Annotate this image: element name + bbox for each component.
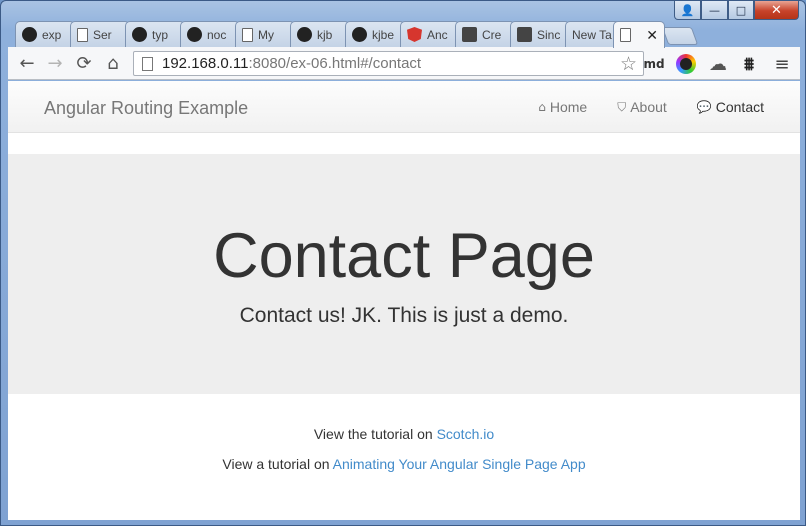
tab-sinc[interactable]: Sinc	[510, 21, 570, 47]
document-icon	[77, 27, 88, 42]
nav-link-label: Home	[549, 99, 588, 115]
brand-link[interactable]: Angular Routing Example	[44, 98, 248, 119]
browser-toolbar: ← → ⟳ ⌂ 192.168.0.11:8080/ex-06.html#/co…	[8, 47, 800, 80]
tab-label: Ser	[93, 27, 112, 42]
nav-link-home[interactable]: ⌂ Home	[538, 99, 587, 115]
page-icon	[142, 56, 153, 71]
maximize-button[interactable]: □	[728, 1, 754, 20]
document-icon	[242, 27, 253, 42]
tab-cre[interactable]: Cre	[455, 21, 515, 47]
tab-typ[interactable]: typ	[125, 21, 185, 47]
page-viewport: Angular Routing Example ⌂ Home ⛉ About 💬…	[8, 81, 800, 520]
tab-active-contact[interactable]: ✕	[613, 21, 665, 48]
tab-noc[interactable]: noc	[180, 21, 240, 47]
new-tab-button[interactable]	[661, 27, 699, 45]
nav-links: ⌂ Home ⛉ About 💬 Contact	[508, 99, 764, 115]
color-dial-extension-icon[interactable]	[674, 52, 698, 76]
tab-strip: exp Ser typ noc My kjb kjbe Anc Cre Sinc…	[15, 21, 699, 48]
browser-window: 👤 — □ ✕ exp Ser typ noc My kjb kjbe Anc …	[0, 0, 806, 526]
minimize-button[interactable]: —	[701, 1, 728, 20]
bookmark-star-icon[interactable]: ☆	[620, 53, 637, 75]
page-title: Contact Page	[213, 221, 595, 291]
github-icon	[132, 27, 147, 42]
tab-exp[interactable]: exp	[15, 21, 75, 47]
github-icon	[297, 27, 312, 42]
md-extension-icon[interactable]: md	[642, 52, 666, 76]
site-navbar: Angular Routing Example ⌂ Home ⛉ About 💬…	[8, 81, 800, 133]
scotch-io-link[interactable]: Scotch.io	[437, 426, 495, 442]
forward-button[interactable]: →	[42, 51, 68, 75]
github-icon	[352, 27, 367, 42]
comment-icon: 💬	[696, 100, 712, 114]
footer-line-1: View the tutorial on Scotch.io	[8, 426, 800, 442]
home-button[interactable]: ⌂	[100, 51, 126, 75]
tab-kjb[interactable]: kjb	[290, 21, 350, 47]
footer-text: View a tutorial on	[222, 456, 333, 472]
cloud-extension-icon[interactable]: ☁	[706, 52, 730, 76]
tab-ser[interactable]: Ser	[70, 21, 130, 47]
jumbotron: Contact Page Contact us! JK. This is jus…	[8, 154, 800, 394]
user-profile-button[interactable]: 👤	[674, 1, 701, 20]
url-host: 192.168.0.11	[162, 55, 249, 72]
creative-icon	[462, 27, 477, 42]
url-path: :8080/ex-06.html#/contact	[248, 55, 422, 72]
tab-anc[interactable]: Anc	[400, 21, 460, 47]
window-controls: 👤 — □ ✕	[674, 1, 799, 21]
angular-icon	[407, 27, 422, 42]
nav-link-about[interactable]: ⛉ About	[617, 99, 667, 115]
page-subtitle: Contact us! JK. This is just a demo.	[239, 304, 569, 327]
tab-kjbe[interactable]: kjbe	[345, 21, 405, 47]
nav-link-label: About	[630, 99, 667, 115]
footer-line-2: View a tutorial on Animating Your Angula…	[8, 456, 800, 472]
footer-text: View the tutorial on	[313, 426, 437, 442]
address-bar[interactable]: 192.168.0.11:8080/ex-06.html#/contact ☆	[133, 51, 644, 76]
home-icon: ⌂	[538, 100, 546, 114]
github-icon	[187, 27, 202, 42]
nav-link-label: Contact	[715, 99, 764, 115]
nav-link-contact[interactable]: 💬 Contact	[697, 99, 764, 115]
tower-extension-icon[interactable]: ⩩	[737, 52, 761, 76]
creative-icon	[517, 27, 532, 42]
tab-label: My	[258, 27, 274, 42]
shield-icon: ⛉	[617, 99, 627, 114]
document-icon	[620, 28, 631, 42]
back-button[interactable]: ←	[14, 51, 40, 75]
animating-tutorial-link[interactable]: Animating Your Angular Single Page App	[333, 456, 586, 472]
github-icon	[22, 27, 37, 42]
tab-my[interactable]: My	[235, 21, 295, 47]
close-window-button[interactable]: ✕	[754, 1, 799, 20]
chrome-menu-icon[interactable]: ≡	[770, 52, 794, 76]
close-tab-icon[interactable]: ✕	[646, 27, 658, 44]
reload-button[interactable]: ⟳	[71, 51, 97, 75]
